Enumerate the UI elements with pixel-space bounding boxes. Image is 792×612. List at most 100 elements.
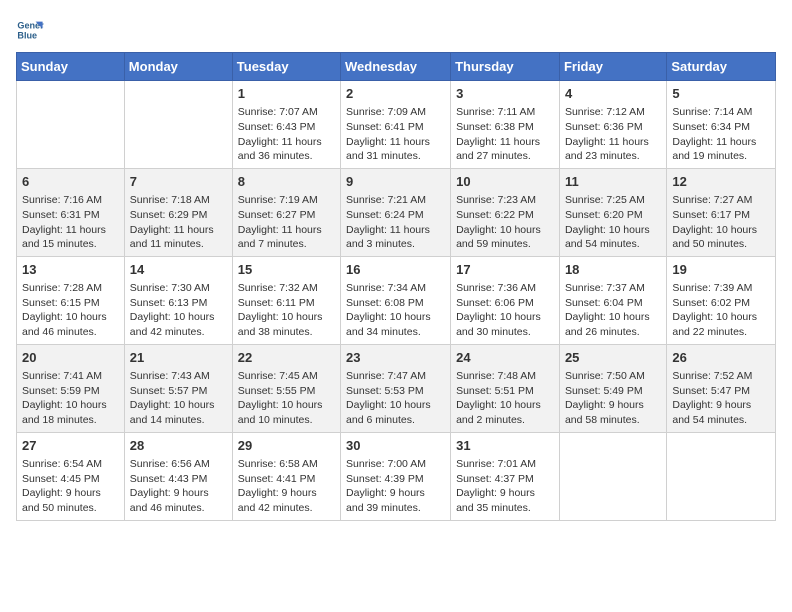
- day-info: Sunrise: 7:43 AM Sunset: 5:57 PM Dayligh…: [130, 369, 227, 428]
- day-number: 2: [346, 85, 445, 103]
- day-info: Sunrise: 7:14 AM Sunset: 6:34 PM Dayligh…: [672, 105, 770, 164]
- day-info: Sunrise: 7:00 AM Sunset: 4:39 PM Dayligh…: [346, 457, 445, 516]
- day-info: Sunrise: 7:12 AM Sunset: 6:36 PM Dayligh…: [565, 105, 661, 164]
- header-row: SundayMondayTuesdayWednesdayThursdayFrid…: [17, 53, 776, 81]
- calendar-cell: 25 Sunrise: 7:50 AM Sunset: 5:49 PM Dayli…: [559, 344, 666, 432]
- calendar-cell: [124, 81, 232, 169]
- day-number: 15: [238, 261, 335, 279]
- day-number: 3: [456, 85, 554, 103]
- day-info: Sunrise: 6:58 AM Sunset: 4:41 PM Dayligh…: [238, 457, 335, 516]
- header-cell-saturday: Saturday: [667, 53, 776, 81]
- day-info: Sunrise: 7:30 AM Sunset: 6:13 PM Dayligh…: [130, 281, 227, 340]
- calendar-cell: 17 Sunrise: 7:36 AM Sunset: 6:06 PM Dayli…: [451, 256, 560, 344]
- day-number: 17: [456, 261, 554, 279]
- day-info: Sunrise: 7:09 AM Sunset: 6:41 PM Dayligh…: [346, 105, 445, 164]
- svg-text:Blue: Blue: [17, 30, 37, 40]
- calendar-cell: 15 Sunrise: 7:32 AM Sunset: 6:11 PM Dayli…: [232, 256, 340, 344]
- calendar-cell: 27 Sunrise: 6:54 AM Sunset: 4:45 PM Dayli…: [17, 432, 125, 520]
- header-cell-tuesday: Tuesday: [232, 53, 340, 81]
- day-number: 9: [346, 173, 445, 191]
- day-number: 16: [346, 261, 445, 279]
- day-info: Sunrise: 7:11 AM Sunset: 6:38 PM Dayligh…: [456, 105, 554, 164]
- day-info: Sunrise: 7:32 AM Sunset: 6:11 PM Dayligh…: [238, 281, 335, 340]
- day-number: 13: [22, 261, 119, 279]
- calendar-cell: [559, 432, 666, 520]
- calendar-cell: 30 Sunrise: 7:00 AM Sunset: 4:39 PM Dayli…: [341, 432, 451, 520]
- header-cell-thursday: Thursday: [451, 53, 560, 81]
- day-number: 29: [238, 437, 335, 455]
- calendar-cell: 4 Sunrise: 7:12 AM Sunset: 6:36 PM Daylig…: [559, 81, 666, 169]
- day-number: 14: [130, 261, 227, 279]
- calendar-cell: 7 Sunrise: 7:18 AM Sunset: 6:29 PM Daylig…: [124, 168, 232, 256]
- day-info: Sunrise: 7:16 AM Sunset: 6:31 PM Dayligh…: [22, 193, 119, 252]
- day-number: 30: [346, 437, 445, 455]
- day-number: 4: [565, 85, 661, 103]
- day-info: Sunrise: 7:28 AM Sunset: 6:15 PM Dayligh…: [22, 281, 119, 340]
- calendar-cell: 19Sunrise: 7:39 AM Sunset: 6:02 PM Dayli…: [667, 256, 776, 344]
- day-number: 26: [672, 349, 770, 367]
- calendar-cell: 18Sunrise: 7:37 AM Sunset: 6:04 PM Dayli…: [559, 256, 666, 344]
- day-info: Sunrise: 7:45 AM Sunset: 5:55 PM Dayligh…: [238, 369, 335, 428]
- calendar-cell: [667, 432, 776, 520]
- day-number: 24: [456, 349, 554, 367]
- calendar-cell: 28 Sunrise: 6:56 AM Sunset: 4:43 PM Dayli…: [124, 432, 232, 520]
- day-info: Sunrise: 7:07 AM Sunset: 6:43 PM Dayligh…: [238, 105, 335, 164]
- calendar-cell: 3 Sunrise: 7:11 AM Sunset: 6:38 PM Daylig…: [451, 81, 560, 169]
- calendar-cell: 16 Sunrise: 7:34 AM Sunset: 6:08 PM Dayli…: [341, 256, 451, 344]
- day-info: Sunrise: 6:54 AM Sunset: 4:45 PM Dayligh…: [22, 457, 119, 516]
- day-number: 27: [22, 437, 119, 455]
- calendar-cell: 5Sunrise: 7:14 AM Sunset: 6:34 PM Daylig…: [667, 81, 776, 169]
- calendar-cell: 11Sunrise: 7:25 AM Sunset: 6:20 PM Dayli…: [559, 168, 666, 256]
- day-number: 19: [672, 261, 770, 279]
- header-cell-wednesday: Wednesday: [341, 53, 451, 81]
- calendar-cell: 8Sunrise: 7:19 AM Sunset: 6:27 PM Daylig…: [232, 168, 340, 256]
- calendar-cell: [17, 81, 125, 169]
- calendar-table: SundayMondayTuesdayWednesdayThursdayFrid…: [16, 52, 776, 521]
- day-info: Sunrise: 6:56 AM Sunset: 4:43 PM Dayligh…: [130, 457, 227, 516]
- calendar-cell: 21 Sunrise: 7:43 AM Sunset: 5:57 PM Dayli…: [124, 344, 232, 432]
- day-info: Sunrise: 7:52 AM Sunset: 5:47 PM Dayligh…: [672, 369, 770, 428]
- day-info: Sunrise: 7:41 AM Sunset: 5:59 PM Dayligh…: [22, 369, 119, 428]
- day-info: Sunrise: 7:50 AM Sunset: 5:49 PM Dayligh…: [565, 369, 661, 428]
- day-number: 22: [238, 349, 335, 367]
- day-number: 28: [130, 437, 227, 455]
- calendar-cell: 13 Sunrise: 7:28 AM Sunset: 6:15 PM Dayli…: [17, 256, 125, 344]
- week-row-5: 27 Sunrise: 6:54 AM Sunset: 4:45 PM Dayli…: [17, 432, 776, 520]
- week-row-4: 20 Sunrise: 7:41 AM Sunset: 5:59 PM Dayli…: [17, 344, 776, 432]
- header-cell-sunday: Sunday: [17, 53, 125, 81]
- calendar-cell: 20 Sunrise: 7:41 AM Sunset: 5:59 PM Dayli…: [17, 344, 125, 432]
- day-number: 12: [672, 173, 770, 191]
- logo-icon: General Blue: [16, 16, 44, 44]
- day-number: 31: [456, 437, 554, 455]
- calendar-cell: 31 Sunrise: 7:01 AM Sunset: 4:37 PM Dayli…: [451, 432, 560, 520]
- calendar-cell: 14 Sunrise: 7:30 AM Sunset: 6:13 PM Dayli…: [124, 256, 232, 344]
- calendar-cell: 1 Sunrise: 7:07 AM Sunset: 6:43 PM Daylig…: [232, 81, 340, 169]
- day-info: Sunrise: 7:27 AM Sunset: 6:17 PM Dayligh…: [672, 193, 770, 252]
- day-info: Sunrise: 7:25 AM Sunset: 6:20 PM Dayligh…: [565, 193, 661, 252]
- day-info: Sunrise: 7:01 AM Sunset: 4:37 PM Dayligh…: [456, 457, 554, 516]
- day-number: 10: [456, 173, 554, 191]
- day-number: 25: [565, 349, 661, 367]
- header-cell-monday: Monday: [124, 53, 232, 81]
- day-number: 6: [22, 173, 119, 191]
- week-row-1: 1 Sunrise: 7:07 AM Sunset: 6:43 PM Daylig…: [17, 81, 776, 169]
- calendar-cell: 12 Sunrise: 7:27 AM Sunset: 6:17 PM Dayli…: [667, 168, 776, 256]
- day-info: Sunrise: 7:23 AM Sunset: 6:22 PM Dayligh…: [456, 193, 554, 252]
- calendar-cell: 2 Sunrise: 7:09 AM Sunset: 6:41 PM Daylig…: [341, 81, 451, 169]
- calendar-cell: 6 Sunrise: 7:16 AM Sunset: 6:31 PM Daylig…: [17, 168, 125, 256]
- day-number: 20: [22, 349, 119, 367]
- day-number: 21: [130, 349, 227, 367]
- calendar-cell: 26 Sunrise: 7:52 AM Sunset: 5:47 PM Dayli…: [667, 344, 776, 432]
- day-info: Sunrise: 7:18 AM Sunset: 6:29 PM Dayligh…: [130, 193, 227, 252]
- day-info: Sunrise: 7:34 AM Sunset: 6:08 PM Dayligh…: [346, 281, 445, 340]
- header-cell-friday: Friday: [559, 53, 666, 81]
- calendar-cell: 10 Sunrise: 7:23 AM Sunset: 6:22 PM Dayli…: [451, 168, 560, 256]
- week-row-2: 6 Sunrise: 7:16 AM Sunset: 6:31 PM Daylig…: [17, 168, 776, 256]
- logo: General Blue: [16, 16, 48, 44]
- calendar-cell: 24Sunrise: 7:48 AM Sunset: 5:51 PM Dayli…: [451, 344, 560, 432]
- day-number: 7: [130, 173, 227, 191]
- day-info: Sunrise: 7:36 AM Sunset: 6:06 PM Dayligh…: [456, 281, 554, 340]
- day-number: 18: [565, 261, 661, 279]
- day-number: 23: [346, 349, 445, 367]
- day-number: 1: [238, 85, 335, 103]
